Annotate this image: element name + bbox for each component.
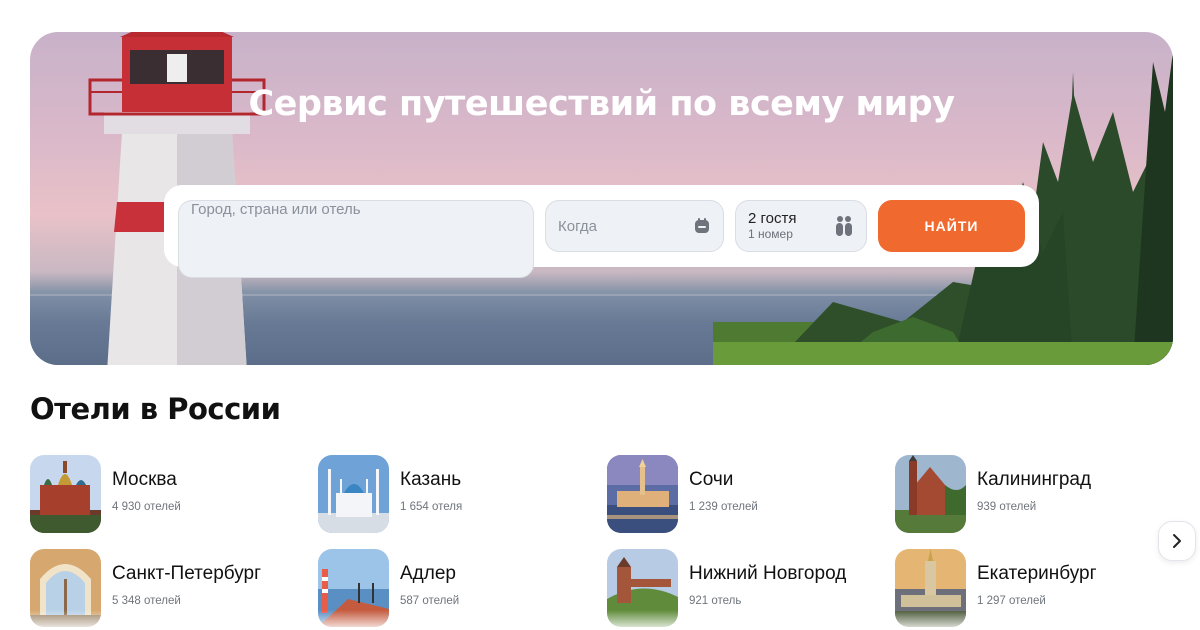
destination-field[interactable] (178, 200, 534, 278)
calendar-icon (695, 218, 709, 233)
city-name: Санкт-Петербург (112, 563, 262, 584)
carousel-next-button[interactable] (1158, 521, 1196, 561)
search-button[interactable]: НАЙТИ (878, 200, 1025, 252)
city-name: Нижний Новгород (689, 563, 847, 584)
hotel-count: 5 348 отелей (112, 595, 181, 607)
city-name: Калининград (977, 469, 1092, 490)
section-title: Отели в России (30, 392, 281, 426)
hero-banner: Сервис путешествий по всему миру 2 гостя… (30, 32, 1173, 365)
city-card-sochi[interactable]: Сочи 1 239 отелей (607, 455, 877, 533)
city-thumbnail (895, 455, 966, 533)
hotel-count: 587 отелей (400, 595, 460, 607)
destination-input[interactable] (191, 201, 521, 218)
city-thumbnail (318, 455, 389, 533)
city-thumbnail (30, 455, 101, 533)
city-thumbnail (30, 549, 101, 627)
city-name: Екатеринбург (977, 563, 1097, 584)
chevron-right-icon (1173, 534, 1181, 548)
city-card-yekaterinburg[interactable]: Екатеринбург 1 297 отелей (895, 549, 1165, 627)
city-card-adler[interactable]: Адлер 587 отелей (318, 549, 588, 627)
city-card-nizhny-novgorod[interactable]: Нижний Новгород 921 отель (607, 549, 877, 627)
date-field[interactable] (545, 200, 724, 252)
city-card-kazan[interactable]: Казань 1 654 отеля (318, 455, 588, 533)
hotel-count: 1 297 отелей (977, 595, 1046, 607)
hotel-count: 1 654 отеля (400, 501, 463, 513)
city-name: Сочи (689, 469, 734, 490)
city-thumbnail (607, 549, 678, 627)
hotel-count: 939 отелей (977, 501, 1037, 513)
guests-count: 2 гостя (748, 210, 797, 228)
city-card-saint-petersburg[interactable]: Санкт-Петербург 5 348 отелей (30, 549, 300, 627)
hotel-count: 4 930 отелей (112, 501, 181, 513)
city-thumbnail (318, 549, 389, 627)
rooms-count: 1 номер (748, 226, 793, 241)
hero-title: Сервис путешествий по всему миру (248, 84, 955, 124)
search-panel: 2 гостя 1 номер НАЙТИ (164, 185, 1039, 278)
hotel-count: 921 отель (689, 595, 742, 607)
city-thumbnail (895, 549, 966, 627)
city-name: Казань (400, 469, 462, 490)
guests-summary: 2 гостя 1 номер (748, 210, 797, 241)
guests-field[interactable]: 2 гостя 1 номер (735, 200, 867, 252)
city-card-moscow[interactable]: Москва 4 930 отелей (30, 455, 300, 533)
date-input[interactable] (558, 217, 678, 235)
city-name: Москва (112, 469, 177, 490)
hotel-count: 1 239 отелей (689, 501, 758, 513)
city-name: Адлер (400, 563, 456, 584)
city-card-kaliningrad[interactable]: Калининград 939 отелей (895, 455, 1165, 533)
city-thumbnail (607, 455, 678, 533)
cities-grid: Москва 4 930 отелей Казань 1 654 отеля С… (30, 455, 1180, 630)
guests-icon (836, 216, 852, 236)
